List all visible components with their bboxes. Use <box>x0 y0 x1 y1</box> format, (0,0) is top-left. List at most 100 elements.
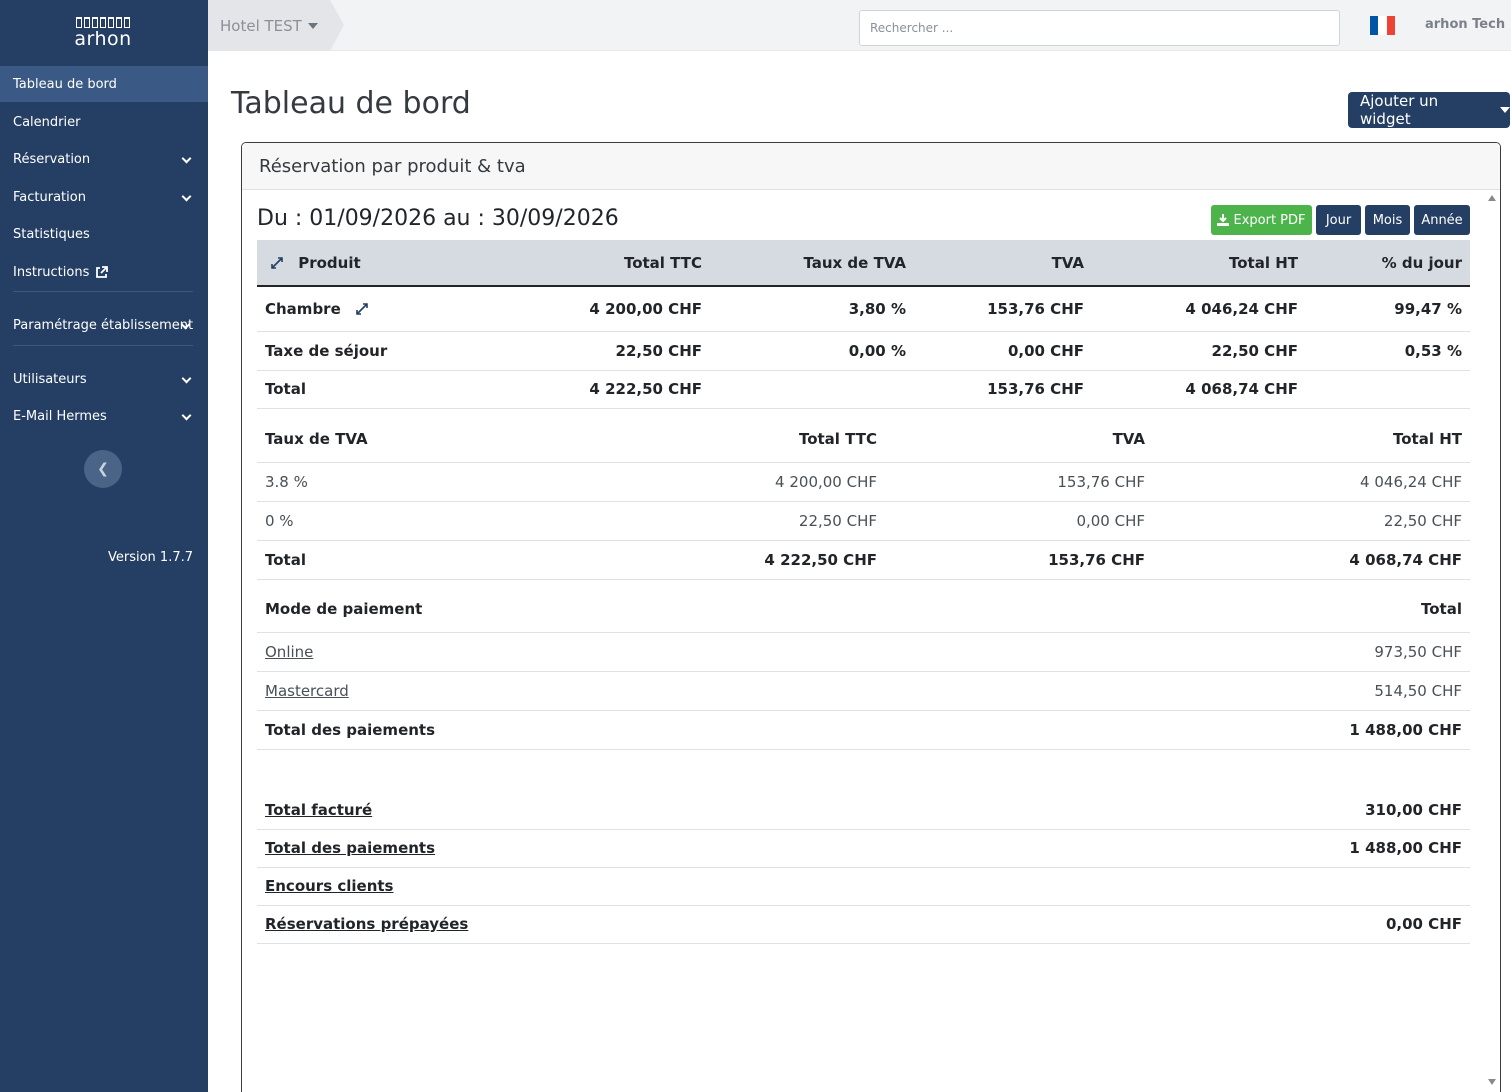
export-pdf-button[interactable]: Export PDF <box>1211 205 1312 235</box>
chevron-down-icon <box>181 410 192 421</box>
search-input[interactable] <box>859 10 1340 46</box>
widget-card: Réservation par produit & tva Du : 01/09… <box>241 142 1501 1092</box>
hotel-selector[interactable]: Hotel TEST <box>208 0 344 51</box>
column-header: Total HT <box>1153 407 1470 463</box>
table-row: 0 % 22,50 CHF 0,00 CHF 22,50 CHF <box>257 501 1470 541</box>
sidebar-item-utilisateurs[interactable]: Utilisateurs <box>0 361 208 397</box>
arhon-logo[interactable]: arhon <box>73 17 133 49</box>
france-flag-icon[interactable] <box>1370 16 1395 35</box>
column-header: Taux de TVA <box>710 240 914 287</box>
table-cell: 4 222,50 CHF <box>487 370 710 409</box>
table-cell: Mastercard <box>257 671 975 711</box>
flag-stripe-red <box>1386 16 1395 35</box>
sidebar-collapse-button[interactable]: ❮ <box>84 450 122 488</box>
table-cell: 1 488,00 CHF <box>974 710 1470 750</box>
scroll-down-arrow[interactable] <box>1488 1079 1496 1085</box>
widget-title: Réservation par produit & tva <box>242 143 1500 190</box>
table-cell: 4 068,74 CHF <box>1153 540 1470 580</box>
table-cell: 4 200,00 CHF <box>487 286 710 332</box>
table-cell: 153,76 CHF <box>914 286 1092 332</box>
summary-table: Total facturé 310,00 CHF Total des paiem… <box>257 791 1470 944</box>
table-cell: Total des paiements <box>257 829 1022 868</box>
summary-link[interactable]: Total facturé <box>265 801 372 819</box>
period-day-button[interactable]: Jour <box>1316 205 1361 235</box>
table-header-row: Taux de TVA Total TTC TVA Total HT <box>257 407 1470 463</box>
sidebar-item-instructions[interactable]: Instructions <box>0 254 208 290</box>
period-year-button[interactable]: Année <box>1414 205 1470 235</box>
flag-stripe-blue <box>1370 16 1379 35</box>
sidebar-item-statistiques[interactable]: Statistiques <box>0 216 208 252</box>
sidebar-item-calendrier[interactable]: Calendrier <box>0 104 208 140</box>
table-cell: Réservations prépayées <box>257 905 1022 944</box>
table-cell: Total <box>257 370 487 409</box>
table-row: Taxe de séjour 22,50 CHF 0,00 % 0,00 CHF… <box>257 331 1470 371</box>
table-row: Réservations prépayées 0,00 CHF <box>257 905 1470 944</box>
sidebar-item-label: Statistiques <box>13 226 90 242</box>
expand-icon[interactable] <box>356 303 368 316</box>
products-table: Produit Total TTC Taux de TVA TVA Total … <box>257 240 1470 409</box>
column-header: Total HT <box>1092 240 1306 287</box>
period-month-button[interactable]: Mois <box>1365 205 1410 235</box>
column-header[interactable]: Produit <box>257 240 487 287</box>
table-row: Online 973,50 CHF <box>257 632 1470 672</box>
sidebar-item-label: E-Mail Hermes <box>13 408 107 424</box>
column-header: TVA <box>885 407 1153 463</box>
sidebar-item-label: Réservation <box>13 151 91 167</box>
payment-mode-link[interactable]: Online <box>265 643 313 661</box>
topbar: Hotel TEST arhon Tech <box>208 0 1511 51</box>
table-cell: Online <box>257 632 975 672</box>
table-row: Mastercard 514,50 CHF <box>257 671 1470 711</box>
table-cell: 4 046,24 CHF <box>1153 462 1470 502</box>
sidebar-item-label: Paramétrage établissement <box>13 317 194 333</box>
table-cell: 0,00 CHF <box>885 501 1153 541</box>
sidebar-divider <box>13 345 193 346</box>
table-row: Encours clients <box>257 867 1470 906</box>
table-cell: Encours clients <box>257 867 1022 906</box>
table-cell: 22,50 CHF <box>587 501 885 541</box>
summary-link[interactable]: Total des paiements <box>265 839 435 857</box>
column-header: Taux de TVA <box>257 407 587 463</box>
table-row: Total facturé 310,00 CHF <box>257 791 1470 830</box>
table-cell: 0,53 % <box>1306 331 1470 371</box>
sidebar-item-facturation[interactable]: Facturation <box>0 179 208 215</box>
table-cell: Chambre <box>257 286 487 332</box>
expand-icon[interactable] <box>271 257 283 269</box>
vat-table: Taux de TVA Total TTC TVA Total HT 3.8 %… <box>257 407 1470 580</box>
sidebar-item-label: Facturation <box>13 189 86 205</box>
user-menu[interactable]: arhon Tech <box>1425 17 1505 32</box>
column-header: Mode de paiement <box>257 577 975 633</box>
table-cell: 22,50 CHF <box>1092 331 1306 371</box>
sidebar-item-tableau-de-bord[interactable]: Tableau de bord <box>0 66 208 102</box>
table-cell: 3,80 % <box>710 286 914 332</box>
table-cell: 0 % <box>257 501 587 541</box>
summary-link[interactable]: Réservations prépayées <box>265 915 468 933</box>
download-icon <box>1217 214 1230 226</box>
export-pdf-label: Export PDF <box>1233 212 1306 228</box>
table-cell: 514,50 CHF <box>974 671 1470 711</box>
table-cell: 4 222,50 CHF <box>587 540 885 580</box>
sidebar-item-parametrage[interactable]: Paramétrage établissement <box>0 307 208 343</box>
table-header-row: Produit Total TTC Taux de TVA TVA Total … <box>257 240 1470 287</box>
column-header: % du jour <box>1306 240 1470 287</box>
hotel-name: Hotel TEST <box>220 16 302 35</box>
sidebar-item-label: Utilisateurs <box>13 371 87 387</box>
summary-link[interactable]: Encours clients <box>265 877 393 895</box>
table-cell: 153,76 CHF <box>885 540 1153 580</box>
table-cell: 153,76 CHF <box>885 462 1153 502</box>
sidebar-item-email-hermes[interactable]: E-Mail Hermes <box>0 398 208 434</box>
scroll-up-arrow[interactable] <box>1488 195 1496 201</box>
add-widget-button[interactable]: Ajouter un widget <box>1348 92 1510 128</box>
table-cell: 153,76 CHF <box>914 370 1092 409</box>
table-cell: 99,47 % <box>1306 286 1470 332</box>
table-cell: 22,50 CHF <box>487 331 710 371</box>
payment-mode-link[interactable]: Mastercard <box>265 682 349 700</box>
column-header: Total TTC <box>587 407 885 463</box>
sidebar-divider <box>13 291 193 292</box>
flag-stripe-white <box>1378 16 1387 35</box>
sidebar-item-reservation[interactable]: Réservation <box>0 141 208 177</box>
sidebar-item-label: Instructions <box>13 264 90 280</box>
product-name: Chambre <box>265 299 341 318</box>
table-cell: 1 488,00 CHF <box>1021 829 1470 868</box>
add-widget-label: Ajouter un widget <box>1360 92 1439 128</box>
logo-text: arhon <box>74 28 132 50</box>
